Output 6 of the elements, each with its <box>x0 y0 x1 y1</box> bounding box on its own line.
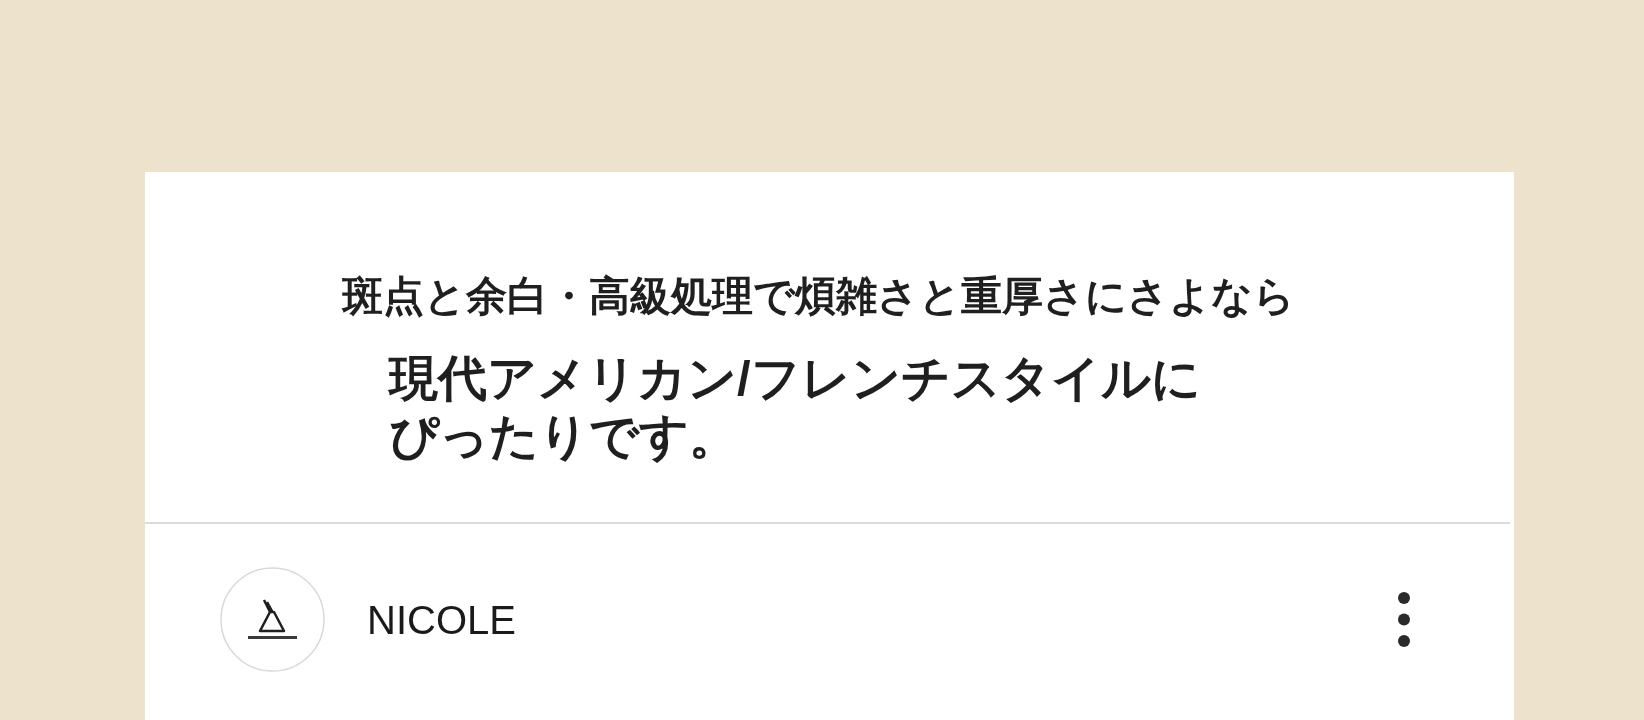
avatar-logo-icon <box>220 567 325 672</box>
banner-tagline: 斑点と余白・高級処理で煩雑さと重厚さにさよなら <box>342 272 1295 321</box>
more-options-button[interactable] <box>1398 592 1410 647</box>
author-name: NICOLE <box>367 596 516 644</box>
vertical-dots-icon <box>1398 592 1410 647</box>
banner-headline: 現代アメリカン/フレンチスタイルにぴったりです。 <box>389 350 1202 465</box>
